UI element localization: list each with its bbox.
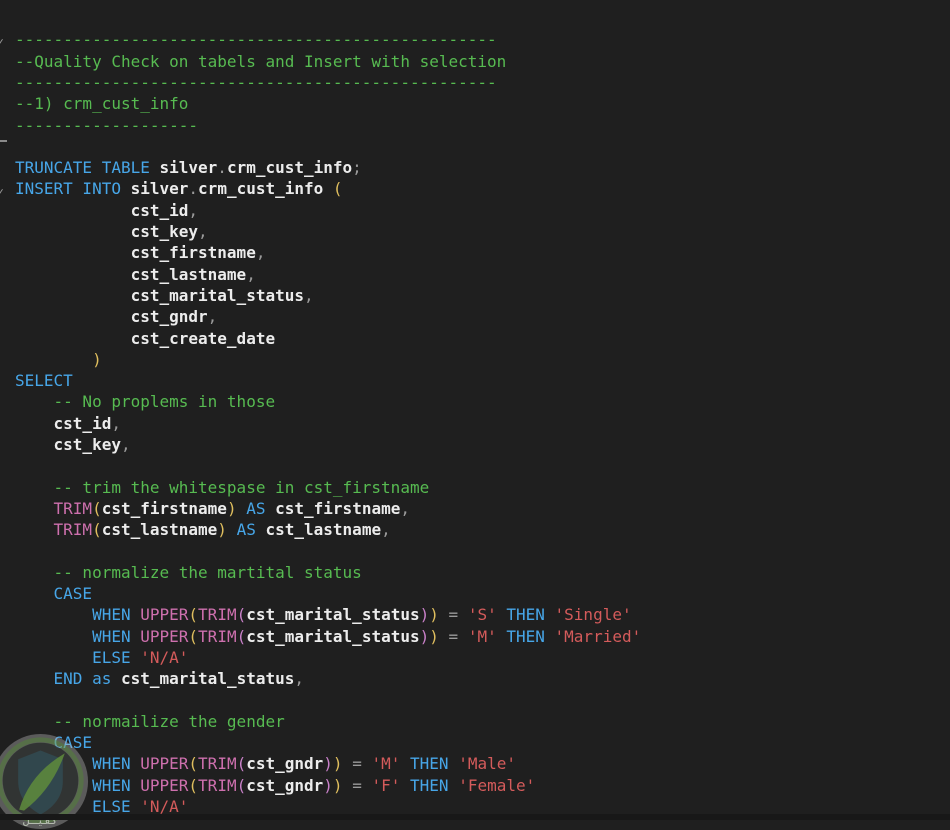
code-editor[interactable]: ----------------------------------------… (0, 0, 950, 830)
code-line: ) (92, 349, 102, 369)
code-line: cst_id, (53, 413, 121, 433)
editor-bottom-edge (0, 814, 950, 820)
code-line: -- No proplems in those (53, 392, 276, 412)
code-line: cst_create_date (130, 328, 276, 348)
fold-dash[interactable] (0, 140, 7, 142)
code-line: cst_marital_status, (130, 285, 314, 305)
code-line: -- trim the whitespase in cst_firstname (53, 477, 430, 497)
code-line: CASE (53, 733, 93, 753)
code-line: ----------------------------------------… (15, 30, 497, 50)
code-line: ----------------------------------------… (15, 72, 497, 92)
code-line: TRUNCATE TABLE silver.crm_cust_info; (15, 158, 362, 178)
code-line: cst_firstname, (130, 243, 266, 263)
code-line: WHEN UPPER(TRIM(cst_gndr)) = 'M' THEN 'M… (92, 754, 516, 774)
code-line: TRIM(cst_firstname) AS cst_firstname, (53, 498, 410, 518)
code-line: END as cst_marital_status, (53, 669, 305, 689)
code-line: cst_gndr, (130, 307, 218, 327)
code-line: cst_id, (130, 200, 199, 220)
code-line: ELSE 'N/A' (92, 648, 189, 667)
chevron-down-icon[interactable]: ⌄ (0, 182, 7, 195)
code-line: WHEN UPPER(TRIM(cst_marital_status)) = '… (92, 626, 642, 646)
code-line: TRIM(cst_lastname) AS cst_lastname, (53, 520, 391, 540)
code-line: WHEN UPPER(TRIM(cst_gndr)) = 'F' THEN 'F… (92, 775, 536, 795)
code-line: cst_lastname, (130, 264, 256, 284)
code-line: cst_key, (53, 435, 131, 455)
chevron-down-icon[interactable]: ⌄ (0, 32, 7, 45)
code-line: -- normailize the gender (53, 711, 285, 731)
code-line: --1) crm_cust_info (15, 94, 189, 114)
code-line: --Quality Check on tabels and Insert wit… (15, 51, 507, 71)
code-line: ------------------- (15, 115, 199, 135)
code-line: cst_key, (130, 222, 208, 242)
code-line: INSERT INTO silver.crm_cust_info ( (15, 179, 343, 199)
code-line: SELECT (15, 371, 73, 391)
code-area[interactable]: ----------------------------------------… (15, 29, 950, 817)
code-line: -- normalize the martital status (53, 562, 362, 582)
code-line: CASE (53, 584, 93, 604)
code-line: WHEN UPPER(TRIM(cst_marital_status)) = '… (92, 605, 632, 625)
